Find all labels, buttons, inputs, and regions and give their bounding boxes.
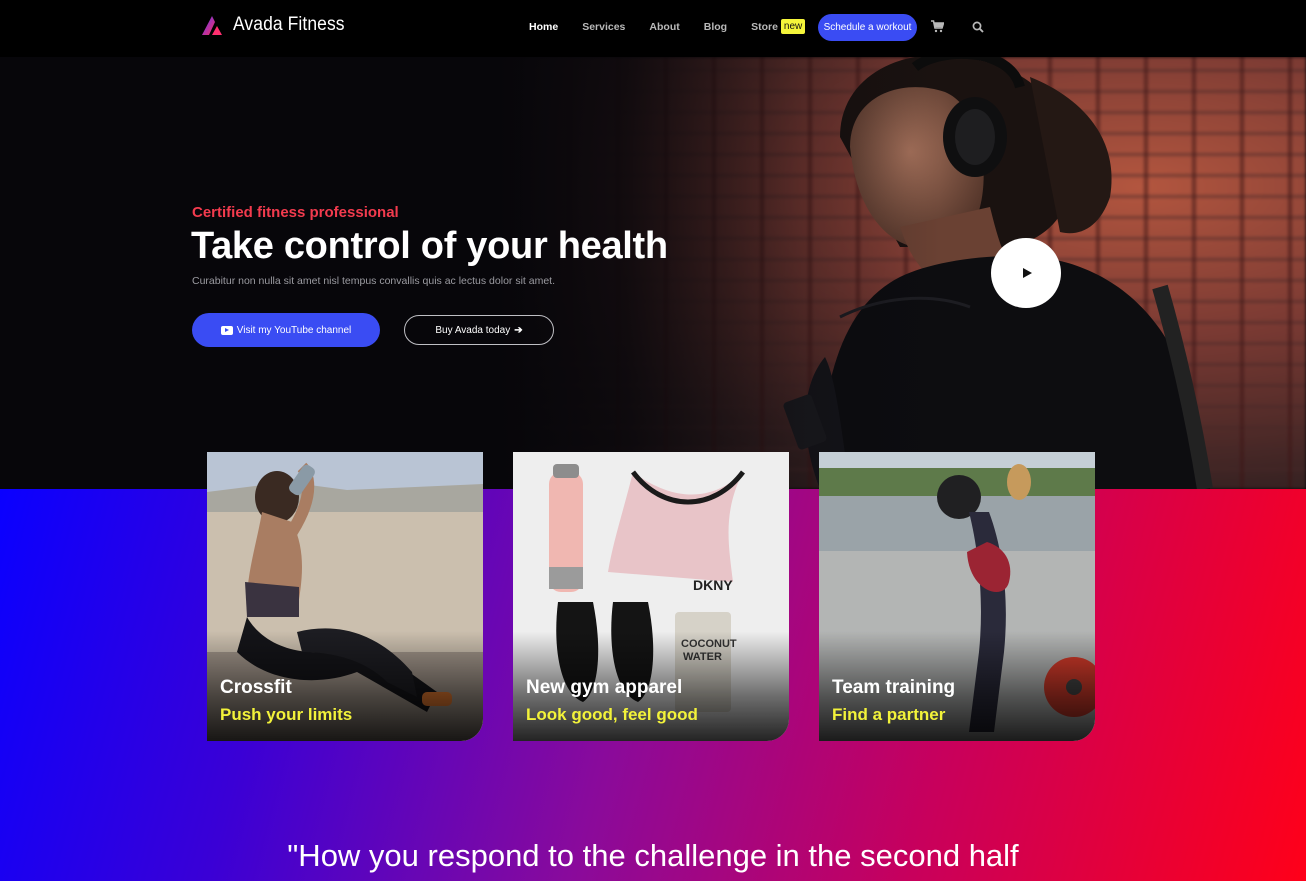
card-gym-apparel[interactable]: DKNY COCONUT WATER New gym apparel Look …: [513, 452, 789, 741]
card-subtitle: Look good, feel good: [526, 705, 698, 724]
dkny-text: DKNY: [693, 577, 733, 593]
nav-blog[interactable]: Blog: [704, 21, 727, 33]
arrow-right-icon: ➔: [514, 324, 523, 336]
youtube-icon: [220, 325, 233, 335]
hero-subtext: Curabitur non nulla sit amet nisl tempus…: [192, 275, 555, 287]
youtube-button-label: Visit my YouTube channel: [236, 324, 352, 336]
avada-logo-icon: [202, 16, 222, 35]
nav-store[interactable]: Store new: [751, 19, 806, 34]
main-menu: Home Services About Blog Store new: [529, 19, 829, 34]
top-navigation: Avada Fitness Home Services About Blog S…: [0, 0, 1306, 57]
hero-dark-overlay: [0, 57, 1306, 489]
hero-eyebrow: Certified fitness professional: [192, 204, 399, 221]
card-subtitle: Push your limits: [220, 705, 353, 724]
card-title: New gym apparel: [526, 677, 683, 698]
nav-home[interactable]: Home: [529, 21, 558, 33]
buy-avada-button[interactable]: Buy Avada today ➔: [404, 315, 554, 345]
play-video-button[interactable]: [991, 238, 1061, 308]
new-badge: new: [780, 19, 806, 34]
youtube-channel-button[interactable]: Visit my YouTube channel: [192, 313, 380, 347]
card-team-training[interactable]: Team training Find a partner: [819, 452, 1095, 741]
card-title: Crossfit: [220, 677, 292, 698]
cart-icon[interactable]: [931, 20, 944, 33]
hero-section: Certified fitness professional Take cont…: [0, 57, 1306, 489]
buy-button-label: Buy Avada today: [435, 324, 511, 336]
hero-headline: Take control of your health: [191, 225, 668, 267]
play-icon: [1023, 268, 1032, 278]
card-title: Team training: [832, 677, 956, 698]
nav-about[interactable]: About: [649, 21, 679, 33]
card-crossfit[interactable]: Crossfit Push your limits: [207, 452, 483, 741]
brand-name: Avada Fitness: [233, 14, 345, 35]
brand-logo[interactable]: Avada Fitness: [200, 14, 354, 36]
search-icon[interactable]: [972, 21, 984, 33]
nav-store-label: Store: [751, 20, 778, 33]
nav-services[interactable]: Services: [582, 21, 625, 33]
testimonial-quote: "How you respond to the challenge in the…: [287, 838, 1019, 873]
card-subtitle: Find a partner: [832, 705, 946, 724]
schedule-workout-button[interactable]: Schedule a workout: [818, 14, 917, 41]
